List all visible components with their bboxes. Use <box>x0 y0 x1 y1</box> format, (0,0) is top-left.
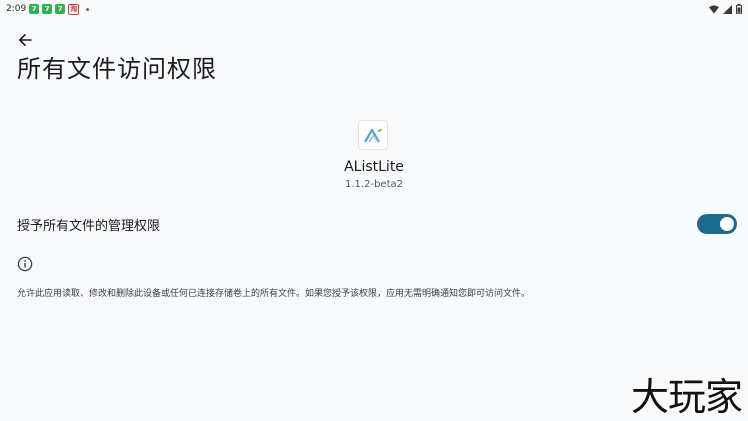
permission-description: 允许此应用读取、修改和删除此设备或任何已连接存储卷上的所有文件。如果您授予该权限… <box>17 289 531 299</box>
more-notifications-dot-icon <box>86 7 90 11</box>
notification-app-icon: 7 <box>55 4 66 14</box>
permission-switch-row[interactable]: 授予所有文件的管理权限 <box>0 210 748 238</box>
permission-toggle[interactable] <box>697 214 737 234</box>
info-icon <box>17 256 33 272</box>
status-time: 2:09 <box>6 4 27 14</box>
arrow-back-icon <box>19 34 32 46</box>
alist-logo-icon <box>364 128 382 143</box>
watermark-logo: 大玩家 <box>630 375 743 419</box>
toggle-thumb <box>720 217 734 231</box>
status-bar: 2:09 7 7 7 淘 <box>0 0 748 18</box>
app-name: AListLite <box>344 159 404 175</box>
notification-app-icon: 7 <box>42 4 53 14</box>
status-left: 2:09 7 7 7 淘 <box>6 3 90 15</box>
wifi-icon <box>709 4 719 13</box>
app-icon <box>359 121 387 149</box>
permission-label: 授予所有文件的管理权限 <box>17 218 161 234</box>
app-version: 1.1.2-beta2 <box>345 179 403 190</box>
battery-icon <box>736 4 742 14</box>
page-title: 所有文件访问权限 <box>17 55 217 83</box>
signal-icon <box>723 4 732 14</box>
status-right <box>709 4 742 14</box>
notification-app-icon: 7 <box>29 4 40 14</box>
notification-taobao-icon: 淘 <box>68 3 80 15</box>
back-button[interactable] <box>12 28 38 52</box>
